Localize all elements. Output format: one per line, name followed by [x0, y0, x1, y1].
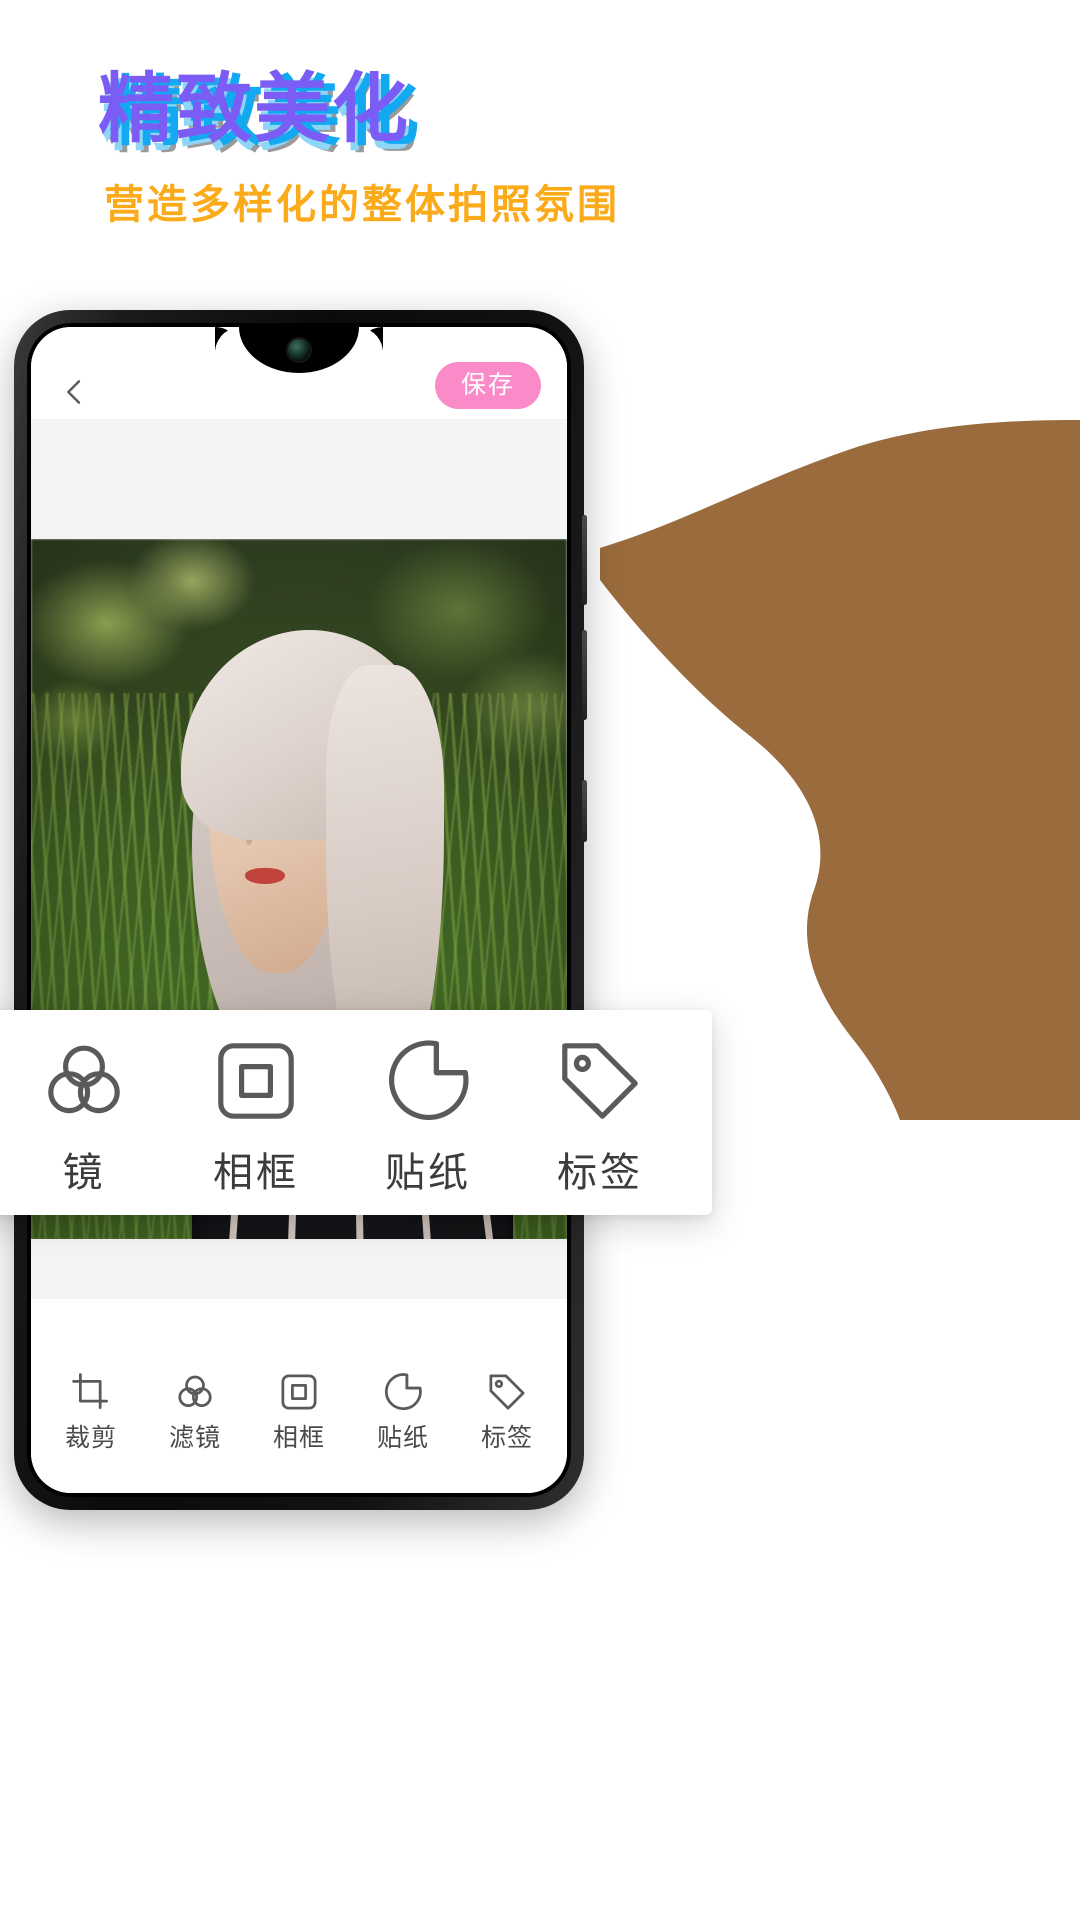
toolbar-label: 相框 [213, 1150, 299, 1195]
crop-icon [72, 1372, 108, 1409]
toolbar-label: 贴纸 [385, 1150, 471, 1195]
phone-bezel: 保存 裁剪 滤镜 相框 贴纸 标签 [27, 323, 571, 1497]
save-button[interactable]: 保存 [434, 362, 541, 409]
phone-mockup: 保存 裁剪 滤镜 相框 贴纸 标签 [14, 310, 587, 1510]
toolbar-label: 镜 [62, 1150, 106, 1195]
chevron-left-icon [67, 380, 81, 404]
phone-screen: 保存 裁剪 滤镜 相框 贴纸 标签 [31, 327, 567, 1493]
nav-label: 滤镜 [168, 1423, 221, 1452]
nav-label: 相框 [272, 1423, 325, 1452]
toolbar-item-tag[interactable]: 标签 [514, 1033, 686, 1193]
nav-label: 标签 [480, 1423, 533, 1452]
toolbar-item-frame[interactable]: 相框 [170, 1033, 342, 1193]
editor-bottom-nav: 裁剪 滤镜 相框 贴纸 标签 [31, 1343, 567, 1493]
frame-icon [218, 1042, 294, 1119]
nav-item-filter[interactable]: 滤镜 [145, 1370, 245, 1451]
sticker-icon [389, 1039, 469, 1120]
floating-edit-toolbar: 镜 相框 贴纸 标签 [0, 1010, 712, 1215]
promo-headline: 精致美化 精致美化 精致美化 精致美化 [98, 72, 419, 158]
toolbar-label: 标签 [557, 1150, 643, 1195]
promo-page: 精致美化 精致美化 精致美化 精致美化 营造多样化的整体拍照氛围 保存 裁剪 滤… [0, 0, 1080, 1920]
nav-item-tag[interactable]: 标签 [457, 1370, 557, 1451]
frame-icon [281, 1373, 317, 1410]
filter-icon [48, 1045, 120, 1113]
filter-icon [178, 1375, 212, 1407]
promo-subheadline: 营造多样化的整体拍照氛围 [104, 183, 620, 227]
nav-item-sticker[interactable]: 贴纸 [353, 1370, 453, 1451]
nav-label: 贴纸 [376, 1423, 429, 1452]
sticker-icon [384, 1372, 422, 1410]
nav-item-crop[interactable]: 裁剪 [41, 1370, 141, 1451]
volume-down-button[interactable] [582, 630, 587, 720]
tag-icon [562, 1042, 638, 1119]
headline-text: 精致美化 [98, 67, 410, 152]
nav-label: 裁剪 [64, 1423, 117, 1452]
back-button[interactable] [57, 375, 91, 409]
toolbar-item-filter[interactable]: 镜 [0, 1033, 170, 1193]
volume-up-button[interactable] [582, 515, 587, 605]
toolbar-item-sticker[interactable]: 贴纸 [342, 1033, 514, 1193]
nav-item-frame[interactable]: 相框 [249, 1370, 349, 1451]
front-camera-icon [288, 339, 310, 361]
tag-icon [489, 1373, 525, 1410]
power-button[interactable] [582, 780, 587, 842]
